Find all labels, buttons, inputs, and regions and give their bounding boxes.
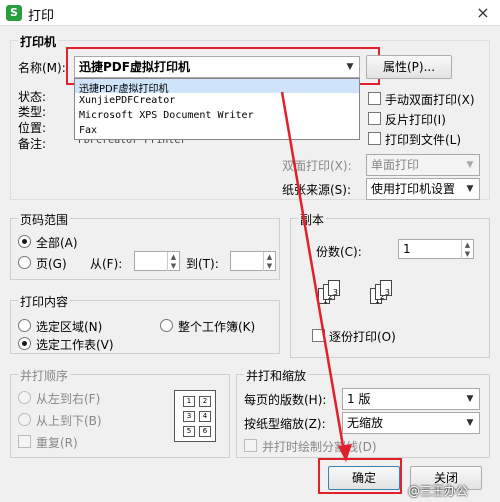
annotation-arrow — [280, 91, 352, 462]
